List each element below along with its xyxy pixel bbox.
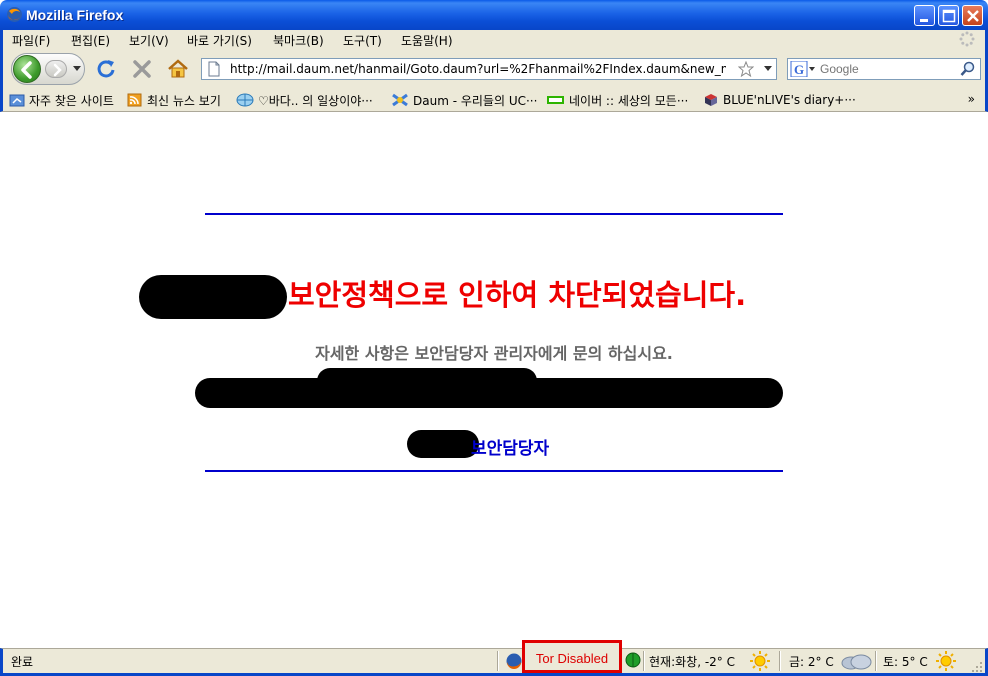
throbber-icon (959, 31, 975, 47)
tor-toggle[interactable]: Tor Disabled (522, 640, 622, 673)
tor-status-label: Tor Disabled (535, 651, 609, 666)
bookmark-label: BLUE'nLIVE's diary+··· (723, 93, 856, 107)
reload-icon[interactable] (95, 58, 117, 80)
menu-bar: 파일(F) 편집(E) 보기(V) 바로 가기(S) 북마크(B) 도구(T) … (0, 30, 988, 50)
svg-text:G: G (794, 62, 804, 77)
firefox-addon-icon[interactable] (505, 652, 523, 670)
arrow-left-icon (21, 61, 32, 79)
cube-icon (705, 94, 717, 106)
green-status-icon[interactable] (625, 652, 641, 668)
window-titlebar: Mozilla Firefox (0, 0, 988, 30)
rss-icon (127, 93, 142, 107)
bookmarks-overflow-chevron[interactable]: » (968, 92, 975, 106)
naver-icon (547, 96, 564, 104)
menu-bookmarks[interactable]: 북마크(B) (271, 31, 326, 50)
bookmark-item-news[interactable]: 최신 뉴스 보기 (127, 92, 221, 108)
folder-icon (9, 94, 25, 107)
close-button[interactable] (962, 5, 983, 26)
page-icon (208, 61, 220, 77)
sun-icon (936, 651, 956, 671)
firefox-icon (7, 7, 22, 22)
menu-go[interactable]: 바로 가기(S) (185, 31, 254, 50)
back-forward-group (11, 53, 85, 85)
bookmark-label: 자주 찾은 사이트 (29, 93, 114, 108)
home-icon[interactable] (167, 58, 189, 80)
bookmarks-toolbar: 자주 찾은 사이트 최신 뉴스 보기 ♡바다.. 의 일상이야··· Daum … (0, 88, 988, 112)
status-separator (497, 651, 499, 671)
menu-edit[interactable]: 편집(E) (69, 31, 112, 50)
sun-icon (750, 651, 770, 671)
bookmark-item-diary[interactable]: BLUE'nLIVE's diary+··· (703, 92, 856, 108)
bottom-rule (205, 470, 783, 472)
history-dropdown-icon[interactable] (73, 66, 81, 72)
weather-saturday[interactable]: 토: 5° C (883, 653, 928, 670)
weather-friday[interactable]: 금: 2° C (789, 653, 834, 670)
status-separator (643, 651, 645, 671)
maximize-button[interactable] (938, 5, 959, 26)
menu-view[interactable]: 보기(V) (127, 31, 171, 50)
url-dropdown-icon[interactable] (764, 66, 772, 72)
page-content: 보안정책으로 인하여 차단되었습니다. 자세한 사항은 보안담당자 관리자에게 … (3, 112, 985, 648)
bookmark-item-most-visited[interactable]: 자주 찾은 사이트 (9, 92, 114, 108)
cloud-icon (841, 654, 872, 670)
weather-now[interactable]: 현재:화창, -2° C (649, 653, 735, 670)
forward-button[interactable] (45, 60, 67, 78)
maximize-icon (942, 9, 956, 23)
status-separator (875, 651, 877, 671)
redaction-mark (317, 368, 537, 394)
status-text: 완료 (11, 655, 34, 669)
daum-icon (392, 93, 408, 107)
blocked-subtext: 자세한 사항은 보안담당자 관리자에게 문의 하십시요. (315, 344, 673, 363)
blocked-heading: 보안정책으로 인하여 차단되었습니다. (288, 278, 747, 312)
bookmark-item-naver[interactable]: 네이버 :: 세상의 모든··· (547, 92, 688, 108)
top-rule (205, 213, 783, 215)
search-input[interactable] (820, 61, 956, 77)
url-input[interactable] (230, 61, 726, 77)
bookmark-star-icon[interactable] (738, 61, 754, 77)
google-engine-icon[interactable]: G (790, 61, 816, 77)
bookmark-label: ♡바다.. 의 일상이야··· (258, 93, 373, 108)
back-button[interactable] (13, 55, 41, 83)
search-bar[interactable]: G (787, 58, 981, 80)
security-contact-link[interactable]: 보안담당자 (471, 434, 549, 459)
bookmark-label: Daum - 우리들의 UC··· (413, 93, 538, 108)
navigation-toolbar: G (0, 50, 988, 88)
window-title: Mozilla Firefox (26, 7, 124, 23)
status-separator (779, 651, 781, 671)
redaction-mark (139, 275, 287, 319)
minimize-button[interactable] (914, 5, 935, 26)
bookmark-label: 최신 뉴스 보기 (147, 93, 221, 108)
url-bar[interactable] (201, 58, 777, 80)
bookmark-item-daum[interactable]: Daum - 우리들의 UC··· (391, 92, 537, 108)
close-icon (967, 10, 979, 22)
bookmark-label: 네이버 :: 세상의 모든··· (569, 93, 689, 108)
menu-help[interactable]: 도움말(H) (399, 31, 455, 50)
search-icon[interactable] (960, 61, 976, 77)
bookmark-item-blog[interactable]: ♡바다.. 의 일상이야··· (236, 92, 373, 108)
redaction-mark (407, 430, 479, 458)
stop-icon[interactable] (131, 58, 153, 80)
globe-icon (236, 93, 254, 107)
arrow-right-icon (53, 63, 62, 77)
resize-grip-icon[interactable] (971, 661, 983, 673)
minimize-icon (920, 19, 928, 22)
menu-tools[interactable]: 도구(T) (341, 31, 384, 50)
menu-file[interactable]: 파일(F) (10, 31, 52, 50)
status-bar: 완료 Tor Disabled 현재:화창, -2° C 금: 2° C 토: … (0, 640, 988, 676)
